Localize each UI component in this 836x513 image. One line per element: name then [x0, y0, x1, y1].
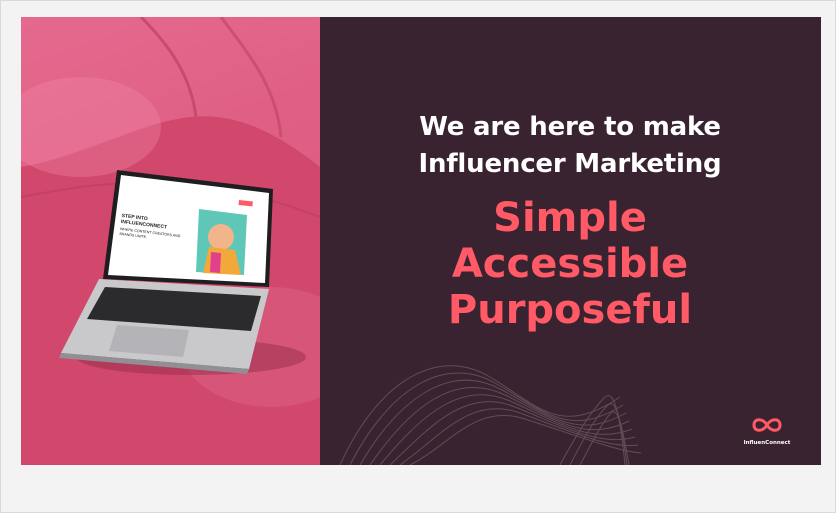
promo-slide: STEP INTO INFLUENCONNECT WHERE CONTENT C… — [21, 17, 821, 465]
laptop-photo: STEP INTO INFLUENCONNECT WHERE CONTENT C… — [21, 17, 320, 465]
headline-line1: We are here to make — [419, 112, 721, 142]
word-simple: Simple — [493, 195, 647, 241]
word-accessible: Accessible — [451, 241, 689, 287]
message-panel: We are here to make Influencer Marketing… — [320, 17, 821, 465]
brand-logo: InfluenConnect — [737, 415, 797, 446]
headline-line2: Influencer Marketing — [418, 149, 722, 179]
infinity-logo-icon — [752, 418, 782, 432]
value-words: Simple Accessible Purposeful — [350, 195, 790, 333]
headline: We are here to make Influencer Marketing — [350, 109, 790, 183]
word-purposeful: Purposeful — [447, 287, 693, 333]
brand-name: InfluenConnect — [743, 440, 791, 446]
